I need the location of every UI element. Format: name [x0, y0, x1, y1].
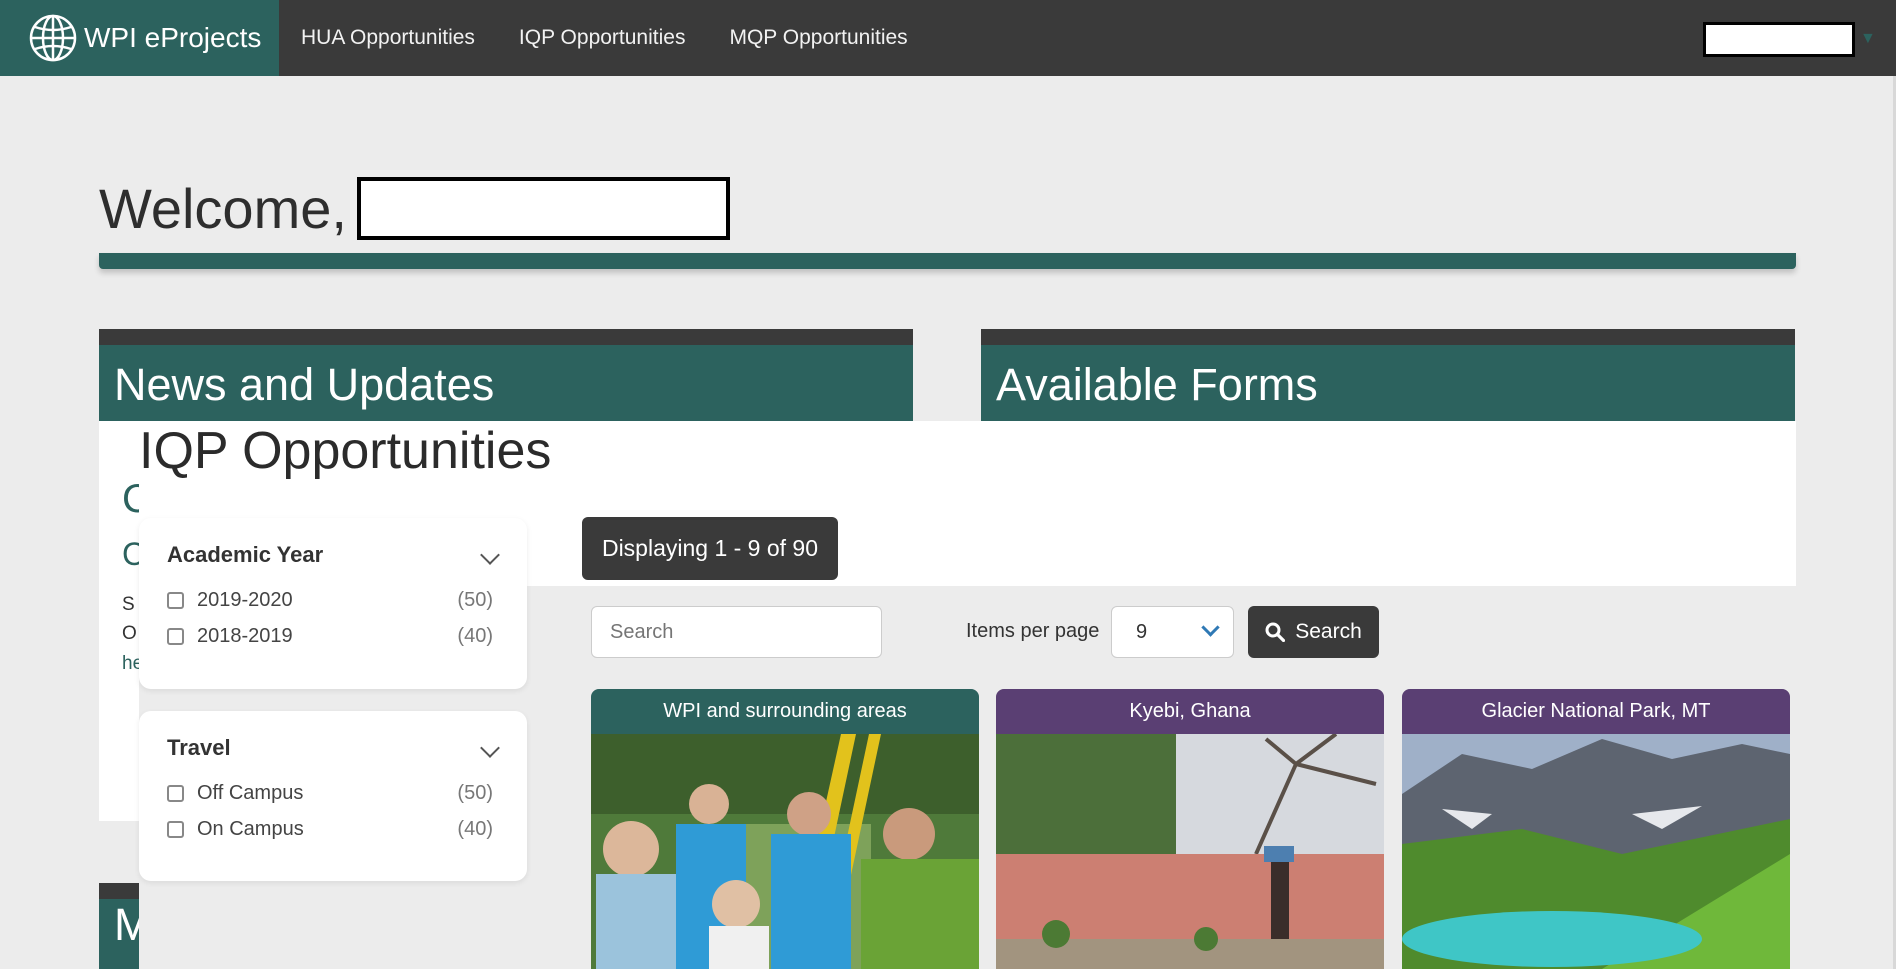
- card-image: [996, 734, 1384, 969]
- filter-travel: Travel Off Campus (50) On Campus (40): [139, 711, 527, 881]
- globe-icon: [29, 14, 77, 62]
- nav-links: HUA Opportunities IQP Opportunities MQP …: [279, 0, 930, 76]
- project-card[interactable]: WPI and surrounding areas: [591, 689, 979, 969]
- results-count-badge: Displaying 1 - 9 of 90: [582, 517, 838, 580]
- option-count: (50): [457, 781, 493, 804]
- items-per-page-select[interactable]: 9: [1111, 606, 1234, 658]
- option-label: On Campus: [197, 817, 304, 840]
- filter-title[interactable]: Travel: [167, 735, 493, 761]
- welcome-header: Welcome,: [99, 176, 730, 241]
- welcome-divider: [99, 253, 1796, 269]
- filter-title[interactable]: Academic Year: [167, 542, 493, 568]
- brand-title: WPI eProjects: [84, 22, 262, 53]
- panel-topbar: [99, 329, 913, 345]
- card-location: Kyebi, Ghana: [996, 689, 1384, 734]
- news-fragment: S: [122, 594, 135, 615]
- user-name-redacted: [356, 177, 730, 240]
- top-navbar: WPI eProjects HUA Opportunities IQP Oppo…: [0, 0, 1896, 76]
- card-location: Glacier National Park, MT: [1402, 689, 1790, 734]
- items-per-page-label: Items per page: [966, 620, 1100, 642]
- filter-option[interactable]: Off Campus (50): [167, 775, 493, 811]
- filter-option[interactable]: 2018-2019 (40): [167, 618, 493, 654]
- checkbox[interactable]: [167, 591, 184, 609]
- option-count: (40): [457, 624, 493, 647]
- option-count: (50): [457, 588, 493, 611]
- brand-link[interactable]: WPI eProjects: [0, 0, 279, 76]
- forms-title: Available Forms: [981, 345, 1795, 421]
- panel-topbar: [981, 329, 1795, 345]
- card-location: WPI and surrounding areas: [591, 689, 979, 734]
- chevron-down-icon[interactable]: ▼: [1860, 30, 1876, 48]
- iqp-opportunities-overlay: IQP Opportunities Academic Year 2019-202…: [139, 421, 1796, 969]
- search-button[interactable]: Search: [1248, 606, 1379, 658]
- nav-hua-opportunities[interactable]: HUA Opportunities: [279, 26, 497, 50]
- option-label: 2019-2020: [197, 588, 293, 611]
- checkbox[interactable]: [167, 784, 184, 802]
- overlay-title: IQP Opportunities: [139, 422, 552, 480]
- filter-academic-year: Academic Year 2019-2020 (50) 2018-2019 (…: [139, 518, 527, 689]
- nav-iqp-opportunities[interactable]: IQP Opportunities: [497, 26, 708, 50]
- search-icon: [1265, 622, 1286, 642]
- nav-mqp-opportunities[interactable]: MQP Opportunities: [707, 26, 929, 50]
- user-menu-redacted[interactable]: [1703, 22, 1855, 57]
- option-count: (40): [457, 817, 493, 840]
- items-per-page-value: 9: [1136, 621, 1148, 643]
- option-label: 2018-2019: [197, 624, 293, 647]
- chevron-down-icon: [1201, 618, 1220, 637]
- search-input[interactable]: [591, 606, 882, 658]
- forms-panel: Available Forms: [981, 329, 1795, 421]
- search-button-label: Search: [1295, 620, 1362, 643]
- project-card[interactable]: Kyebi, Ghana: [996, 689, 1384, 969]
- welcome-text: Welcome,: [99, 177, 347, 240]
- filter-option[interactable]: On Campus (40): [167, 811, 493, 847]
- checkbox[interactable]: [167, 627, 184, 645]
- project-card[interactable]: Glacier National Park, MT: [1402, 689, 1790, 969]
- filter-option[interactable]: 2019-2020 (50): [167, 582, 493, 618]
- news-fragment: O: [122, 623, 137, 644]
- option-label: Off Campus: [197, 781, 304, 804]
- bottom-panel-heading: M: [99, 883, 139, 969]
- card-image: [1402, 734, 1790, 969]
- checkbox[interactable]: [167, 820, 184, 838]
- news-title: News and Updates: [99, 345, 913, 421]
- card-image: [591, 734, 979, 969]
